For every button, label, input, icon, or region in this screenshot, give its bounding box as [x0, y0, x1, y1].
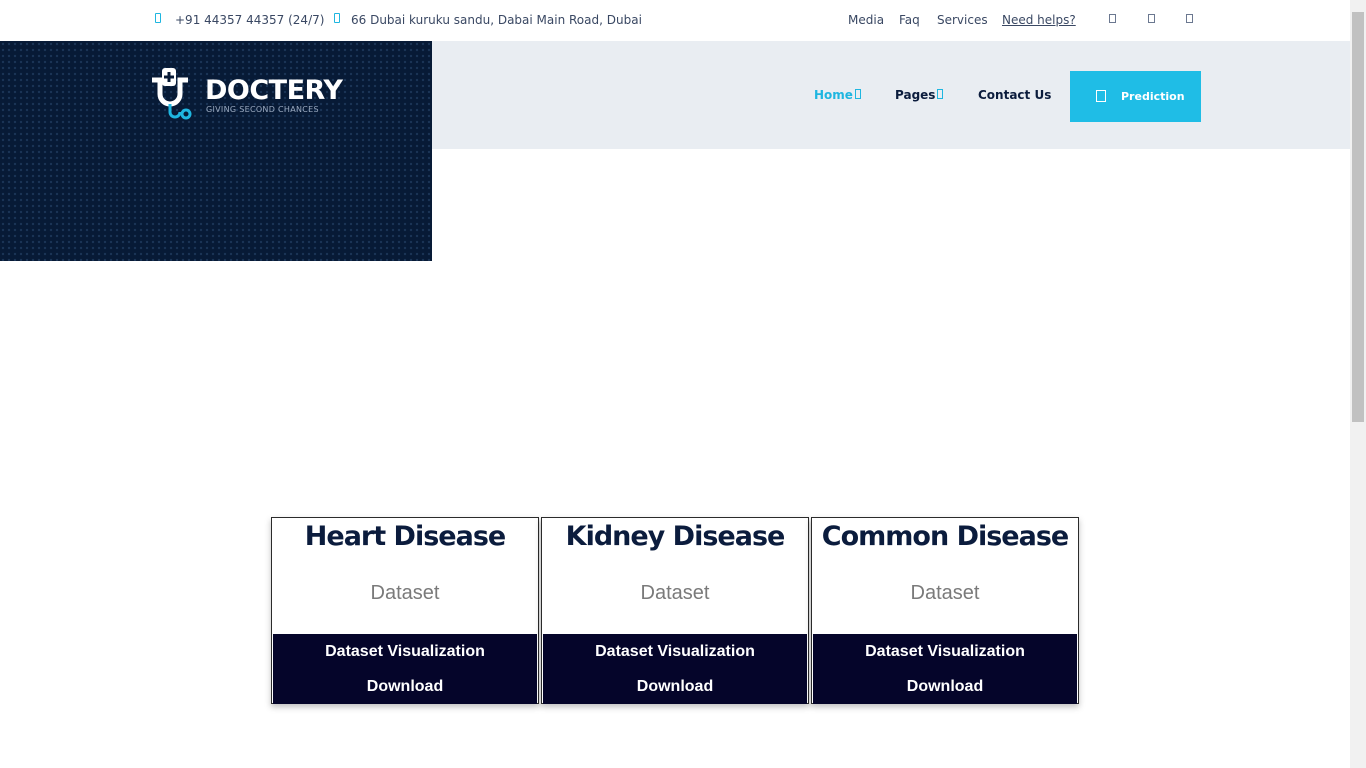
card-title: Kidney Disease	[565, 521, 786, 552]
need-help-link[interactable]: Need helps?	[1002, 13, 1076, 27]
prediction-label: Prediction	[1121, 90, 1185, 103]
phone-number[interactable]: +91 44357 44357 (24/7)	[175, 13, 324, 27]
services-link[interactable]: Services	[937, 13, 988, 27]
kidney-disease-card: Kidney Disease Dataset Dataset Visualiza…	[541, 517, 809, 704]
faq-link[interactable]: Faq	[899, 13, 920, 27]
card-footer: Dataset Visualization Download	[543, 634, 807, 704]
chevron-down-icon[interactable]	[855, 89, 861, 99]
location-icon	[334, 13, 340, 23]
top-bar: +91 44357 44357 (24/7) 66 Dubai kuruku s…	[0, 0, 1350, 41]
prediction-icon	[1096, 90, 1106, 102]
media-link[interactable]: Media	[848, 13, 884, 27]
dataset-visualization-link[interactable]: Dataset Visualization	[273, 643, 537, 661]
social-icon-3[interactable]	[1186, 14, 1193, 23]
social-icon-1[interactable]	[1109, 14, 1116, 23]
card-subtitle: Dataset	[370, 582, 440, 604]
brand-name[interactable]: DOCTERY	[205, 75, 343, 106]
main-nav	[432, 41, 1350, 149]
scrollbar-thumb[interactable]	[1352, 12, 1364, 422]
stethoscope-logo-icon[interactable]	[148, 68, 194, 120]
brand-panel	[0, 41, 432, 261]
brand-tagline: GIVING SECOND CHANCES	[206, 105, 319, 114]
nav-home[interactable]: Home	[814, 88, 853, 102]
download-link[interactable]: Download	[273, 678, 537, 696]
social-icon-2[interactable]	[1148, 14, 1155, 23]
dataset-visualization-link[interactable]: Dataset Visualization	[543, 643, 807, 661]
download-link[interactable]: Download	[813, 678, 1077, 696]
address-text: 66 Dubai kuruku sandu, Dabai Main Road, …	[351, 13, 642, 27]
card-footer: Dataset Visualization Download	[813, 634, 1077, 704]
phone-icon	[155, 13, 161, 23]
card-subtitle: Dataset	[910, 582, 980, 604]
dataset-visualization-link[interactable]: Dataset Visualization	[813, 643, 1077, 661]
common-disease-card: Common Disease Dataset Dataset Visualiza…	[811, 517, 1079, 704]
card-subtitle: Dataset	[640, 582, 710, 604]
heart-disease-card: Heart Disease Dataset Dataset Visualizat…	[271, 517, 539, 704]
card-title: Common Disease	[821, 521, 1069, 552]
nav-pages[interactable]: Pages	[895, 88, 935, 102]
nav-contact-us[interactable]: Contact Us	[978, 88, 1051, 102]
card-footer: Dataset Visualization Download	[273, 634, 537, 704]
prediction-button[interactable]: Prediction	[1070, 71, 1201, 122]
card-title: Heart Disease	[304, 521, 506, 552]
download-link[interactable]: Download	[543, 678, 807, 696]
chevron-down-icon[interactable]	[937, 89, 943, 99]
